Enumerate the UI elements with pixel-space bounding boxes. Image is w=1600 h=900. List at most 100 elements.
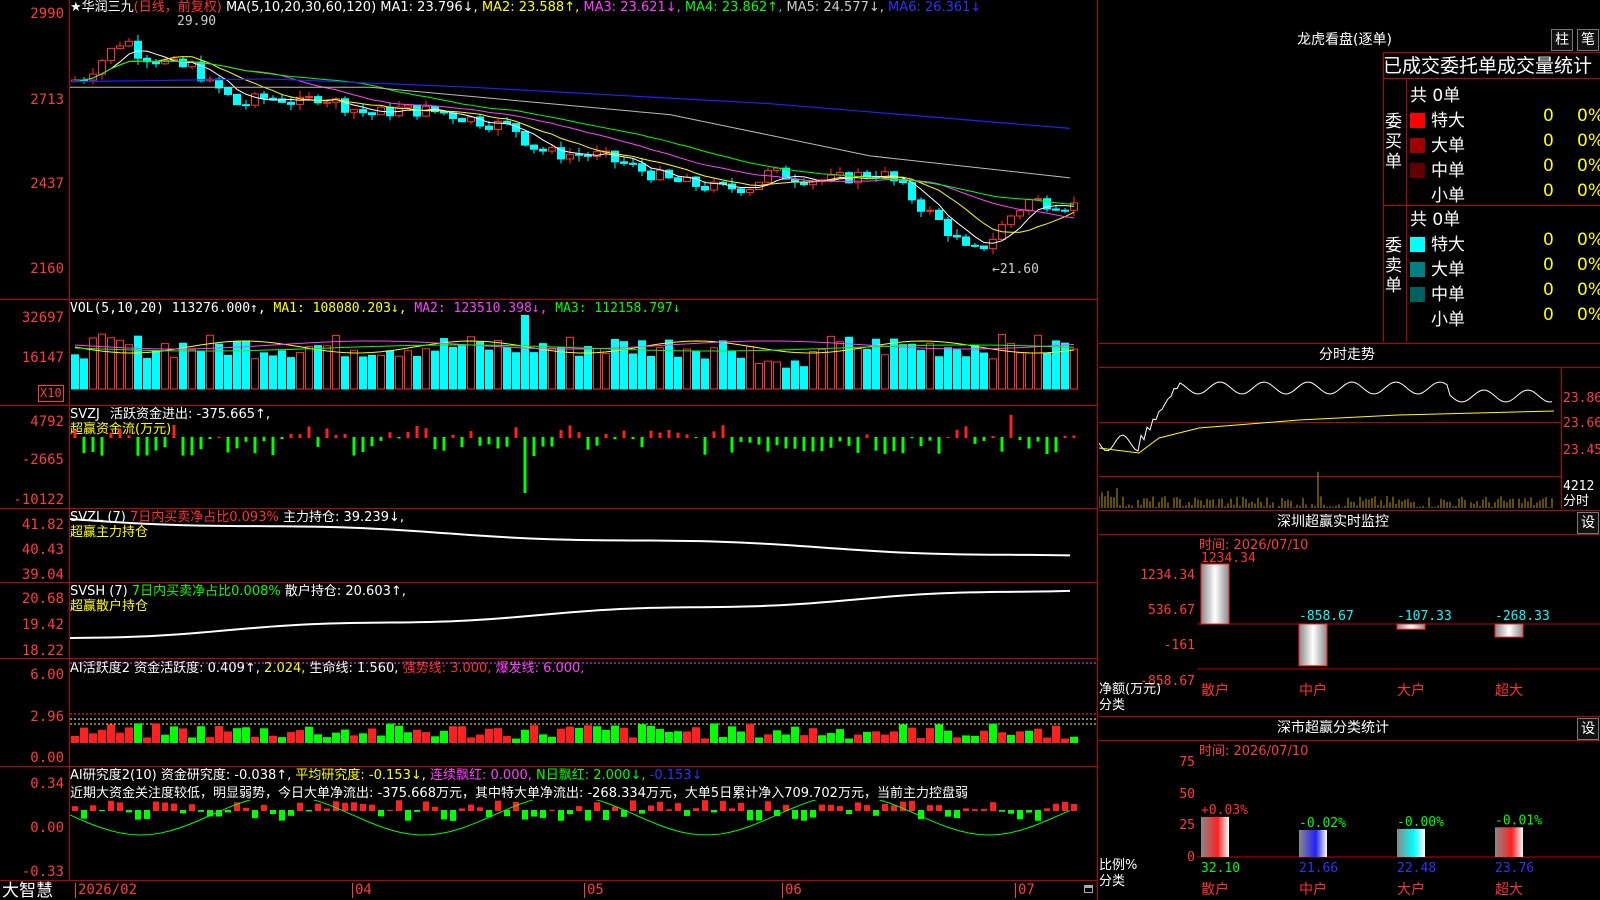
favorite-star-icon[interactable]: ★ [70, 0, 82, 15]
research-bar [72, 806, 78, 811]
activity-bar [836, 729, 844, 743]
order-count: 0 [1543, 305, 1554, 325]
research-bar [396, 800, 402, 811]
order-size-label: 小单 [1431, 186, 1465, 206]
activity-bar [755, 737, 763, 743]
order-size-label: 中单 [1431, 161, 1465, 181]
flow-bar [505, 437, 509, 447]
sz-class-xlabel: 分类 [1099, 874, 1126, 889]
fund-flow-chart[interactable] [70, 407, 1097, 507]
volume-bar [665, 339, 673, 390]
research-bar [1008, 810, 1014, 814]
volume-bar [998, 334, 1006, 390]
volume-bar [611, 338, 619, 390]
activity-bar [989, 723, 997, 743]
volume-bar [413, 355, 421, 390]
activity-bar [467, 737, 475, 743]
activity-bar [710, 723, 718, 743]
sz-monitor-settings-button[interactable]: 设 [1577, 512, 1599, 534]
monitor-category: 大户 [1397, 682, 1425, 699]
flow-bar [757, 437, 761, 445]
research-bar [720, 800, 726, 811]
ai-research-chart[interactable] [70, 800, 1097, 880]
research-bar [747, 810, 753, 821]
ai-avg-research: 平均研究度: -0.153↓, [295, 768, 426, 783]
volume-bar [1052, 340, 1060, 390]
activity-bar [503, 736, 511, 743]
flow-bar [649, 430, 653, 438]
main-holding-chart[interactable] [70, 509, 1097, 582]
order-pct: 0% [1577, 230, 1600, 250]
candle-body [260, 93, 268, 99]
research-bar [576, 806, 582, 811]
research-bar [936, 805, 942, 811]
lock-icon[interactable] [1084, 885, 1093, 893]
volume-bar [845, 336, 853, 390]
flow-bar [1018, 437, 1022, 441]
candle-body [161, 59, 169, 65]
sz-class-bar-chart[interactable]: +0.03% 32.10 散户 -0.02% 21.66 中户 -0.00% 22.48 大户 -… [1197, 756, 1600, 900]
candle-body [485, 125, 493, 130]
main-chart-area[interactable]: ★华润三九(日线，前复权) MA(5,10,20,30,60,120) MA1:… [0, 0, 1098, 900]
color-swatch-icon [1410, 138, 1425, 153]
activity-bar [350, 735, 358, 743]
flow-bar [793, 437, 797, 449]
bar-mode-button[interactable]: 柱 [1551, 29, 1573, 51]
activity-bar [782, 734, 790, 743]
period-label[interactable]: (日线，前复权) [134, 0, 222, 15]
ai-activity-chart[interactable] [70, 659, 1097, 766]
sell-total: 共 0单 [1410, 210, 1461, 230]
order-pct: 0% [1577, 255, 1600, 275]
research-bar [1053, 803, 1059, 811]
candle-body [152, 61, 160, 65]
sz-monitor-bar-chart[interactable]: 1234.34 散户 -858.67 中户 -107.33 大户 -268.33 超大 [1197, 552, 1600, 712]
candle-body [566, 153, 574, 160]
volume-bar [143, 358, 151, 390]
activity-bar [305, 726, 313, 743]
activity-bar [332, 732, 340, 743]
activity-bar [791, 726, 799, 743]
class-bar [1397, 828, 1425, 857]
candlestick-chart[interactable] [70, 20, 1097, 299]
flow-bar [1054, 437, 1058, 453]
activity-bar [71, 735, 79, 743]
sell-orders-label: 委卖单 [1385, 236, 1402, 296]
volume-bar [197, 351, 205, 390]
activity-bar [557, 728, 565, 743]
tick-mode-button[interactable]: 笔 [1577, 29, 1599, 51]
svzj-axis-2: -2665 [21, 452, 64, 468]
activity-bar [962, 735, 970, 743]
ai-active-axis-2: 2.96 [30, 709, 64, 725]
intraday-chart[interactable] [1099, 368, 1561, 509]
retail-holding-chart[interactable] [70, 583, 1097, 658]
volume-chart[interactable] [70, 315, 1097, 405]
volume-bar [251, 358, 259, 390]
flow-bar [181, 437, 185, 456]
color-swatch-icon [1410, 312, 1425, 327]
activity-bar [548, 736, 556, 743]
order-size-label: 小单 [1431, 310, 1465, 330]
flow-bar [748, 437, 752, 443]
activity-bar [665, 731, 673, 743]
volume-bar [359, 356, 367, 390]
class-change: +0.03% [1201, 803, 1248, 818]
volume-bar [1070, 348, 1078, 390]
flow-bar [847, 437, 851, 446]
activity-bar [134, 723, 142, 743]
order-pct: 0% [1577, 280, 1600, 300]
candle-body [926, 209, 934, 212]
volume-bar [602, 352, 610, 390]
activity-bar [161, 734, 169, 743]
research-bar [324, 808, 330, 811]
ai-continuous-red: 连续飘红: 0.000, [430, 768, 532, 783]
ai-research-comment: 近期大资金关注度较低，明显弱势，今日大单净流出: -375.668万元，其中特大… [70, 786, 968, 801]
volume-bar [404, 350, 412, 390]
sz-class-settings-button[interactable]: 设 [1577, 718, 1599, 740]
volume-bar [953, 348, 961, 390]
activity-bar [413, 729, 421, 743]
research-bar [756, 810, 762, 821]
flow-bar [811, 437, 815, 452]
activity-bar [539, 734, 547, 743]
flow-bar [577, 432, 581, 438]
research-bar [693, 808, 699, 811]
